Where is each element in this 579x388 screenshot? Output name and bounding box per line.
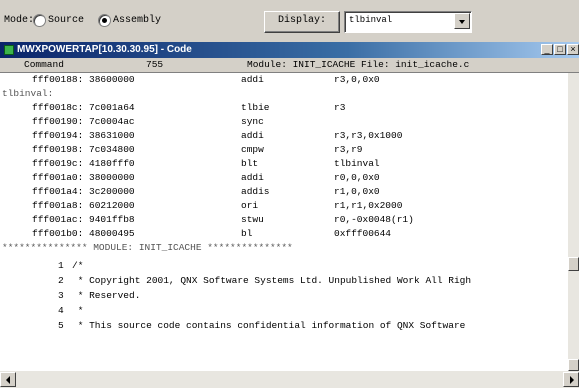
- source-radio[interactable]: [33, 14, 46, 27]
- asm-opcode: addis: [241, 186, 270, 197]
- source-text: * This source code contains confidential…: [72, 320, 466, 331]
- code-view[interactable]: fff00188: 38600000 addi r3,0,0x0 tlbinva…: [0, 73, 568, 371]
- asm-row[interactable]: fff001b0: 48000495 bl 0xfff00644: [0, 227, 568, 241]
- asm-address: fff001a8: 60212000: [32, 200, 135, 211]
- source-line-number: 4: [58, 305, 64, 316]
- source-line-number: 2: [58, 275, 64, 286]
- maximize-button[interactable]: □: [554, 44, 566, 55]
- asm-row[interactable]: fff0019c: 4180fff0 blt tlbinval: [0, 157, 568, 171]
- asm-opcode: addi: [241, 74, 264, 85]
- vertical-scroll-thumb[interactable]: [568, 257, 579, 271]
- source-row[interactable]: 4 *: [0, 304, 568, 318]
- scroll-right-button[interactable]: [563, 372, 579, 387]
- source-label[interactable]: Source: [48, 15, 84, 26]
- source-text: * Reserved.: [72, 290, 141, 301]
- asm-row[interactable]: fff00198: 7c034800 cmpw r3,r9: [0, 143, 568, 157]
- asm-address: fff001a0: 38000000: [32, 172, 135, 183]
- asm-operands: 0xfff00644: [334, 228, 392, 239]
- source-row[interactable]: 5 * This source code contains confidenti…: [0, 319, 568, 333]
- asm-address: fff00188: 38600000: [32, 74, 135, 85]
- asm-row[interactable]: fff001a4: 3c200000 addis r1,0,0x0: [0, 185, 568, 199]
- asm-address: fff00190: 7c0004ac: [32, 116, 135, 127]
- asm-address: fff001b0: 48000495: [32, 228, 135, 239]
- asm-operands: r0,-0x0048(r1): [334, 214, 414, 225]
- asm-operands: tlbinval: [334, 158, 380, 169]
- asm-operands: r0,0,0x0: [334, 172, 380, 183]
- asm-address: fff00194: 38631000: [32, 130, 135, 141]
- asm-opcode: tlbie: [241, 102, 270, 113]
- line-number-header: 755: [146, 59, 164, 70]
- asm-opcode: stwu: [241, 214, 264, 225]
- asm-operands: r3,r3,0x1000: [334, 130, 403, 141]
- module-separator-row[interactable]: *************** MODULE: INIT_ICACHE ****…: [0, 241, 568, 255]
- minimize-button[interactable]: _: [541, 44, 553, 55]
- module-file-header: Module: INIT_ICACHE File: init_icache.c: [247, 59, 470, 70]
- vertical-scrollbar[interactable]: [568, 73, 579, 371]
- source-line-number: 1: [58, 260, 64, 271]
- window-title: MWXPOWERTAP[10.30.30.95] - Code: [17, 44, 192, 55]
- dropdown-arrow-icon[interactable]: [454, 13, 470, 29]
- asm-opcode: ori: [241, 200, 259, 211]
- scroll-down-button[interactable]: [568, 359, 579, 371]
- asm-address: fff0019c: 4180fff0: [32, 158, 135, 169]
- window-titlebar[interactable]: MWXPOWERTAP[10.30.30.95] - Code _ □ ×: [0, 42, 579, 58]
- close-button[interactable]: ×: [567, 44, 579, 55]
- column-header: Command 755 Module: INIT_ICACHE File: in…: [0, 58, 579, 73]
- asm-operands: r3,0,0x0: [334, 74, 380, 85]
- asm-row[interactable]: fff00194: 38631000 addi r3,r3,0x1000: [0, 129, 568, 143]
- assembly-label[interactable]: Assembly: [113, 15, 161, 26]
- asm-row[interactable]: fff001a8: 60212000 ori r1,r1,0x2000: [0, 199, 568, 213]
- asm-opcode: cmpw: [241, 144, 264, 155]
- source-line-number: 3: [58, 290, 64, 301]
- asm-row[interactable]: fff0018c: 7c001a64 tlbie r3: [0, 101, 568, 115]
- asm-row[interactable]: fff001ac: 9401ffb8 stwu r0,-0x0048(r1): [0, 213, 568, 227]
- asm-row[interactable]: fff00190: 7c0004ac sync: [0, 115, 568, 129]
- asm-row[interactable]: fff00188: 38600000 addi r3,0,0x0: [0, 73, 568, 87]
- code-window: MWXPOWERTAP[10.30.30.95] - Code _ □ × Co…: [0, 42, 579, 388]
- assembly-radio[interactable]: [98, 14, 111, 27]
- source-text: *: [72, 305, 84, 316]
- command-header[interactable]: Command: [24, 59, 64, 70]
- asm-label: tlbinval:: [2, 88, 54, 99]
- display-select-value: tlbinval: [349, 15, 393, 25]
- asm-address: fff001ac: 9401ffb8: [32, 214, 135, 225]
- asm-row[interactable]: fff001a0: 38000000 addi r0,0,0x0: [0, 171, 568, 185]
- source-row[interactable]: 2 * Copyright 2001, QNX Software Systems…: [0, 274, 568, 288]
- horizontal-scrollbar[interactable]: [0, 371, 579, 388]
- asm-opcode: blt: [241, 158, 259, 169]
- source-text: /*: [72, 260, 84, 271]
- source-line-number: 5: [58, 320, 64, 331]
- display-select[interactable]: tlbinval: [344, 11, 472, 33]
- source-text: * Copyright 2001, QNX Software Systems L…: [72, 275, 472, 286]
- asm-address: fff00198: 7c034800: [32, 144, 135, 155]
- module-separator: *************** MODULE: INIT_ICACHE ****…: [2, 242, 293, 253]
- source-row[interactable]: 1 /*: [0, 259, 568, 273]
- asm-operands: r3,r9: [334, 144, 363, 155]
- source-row[interactable]: 3 * Reserved.: [0, 289, 568, 303]
- scroll-left-button[interactable]: [0, 372, 16, 387]
- asm-opcode: addi: [241, 172, 264, 183]
- arrow-right-icon: [570, 376, 574, 384]
- asm-opcode: bl: [241, 228, 253, 239]
- arrow-left-icon: [6, 376, 10, 384]
- radio-selected-dot: [102, 18, 107, 23]
- mode-label: Mode:: [4, 15, 35, 26]
- asm-label-row[interactable]: tlbinval:: [0, 87, 568, 101]
- asm-operands: r1,r1,0x2000: [334, 200, 403, 211]
- display-button[interactable]: Display:: [264, 11, 340, 33]
- asm-address: fff001a4: 3c200000: [32, 186, 135, 197]
- asm-address: fff0018c: 7c001a64: [32, 102, 135, 113]
- asm-opcode: addi: [241, 130, 264, 141]
- asm-operands: r1,0,0x0: [334, 186, 380, 197]
- asm-opcode: sync: [241, 116, 264, 127]
- toolbar: Mode: Source Assembly Display: tlbinval: [0, 0, 579, 42]
- asm-operands: r3: [334, 102, 346, 113]
- app-icon: [4, 45, 14, 55]
